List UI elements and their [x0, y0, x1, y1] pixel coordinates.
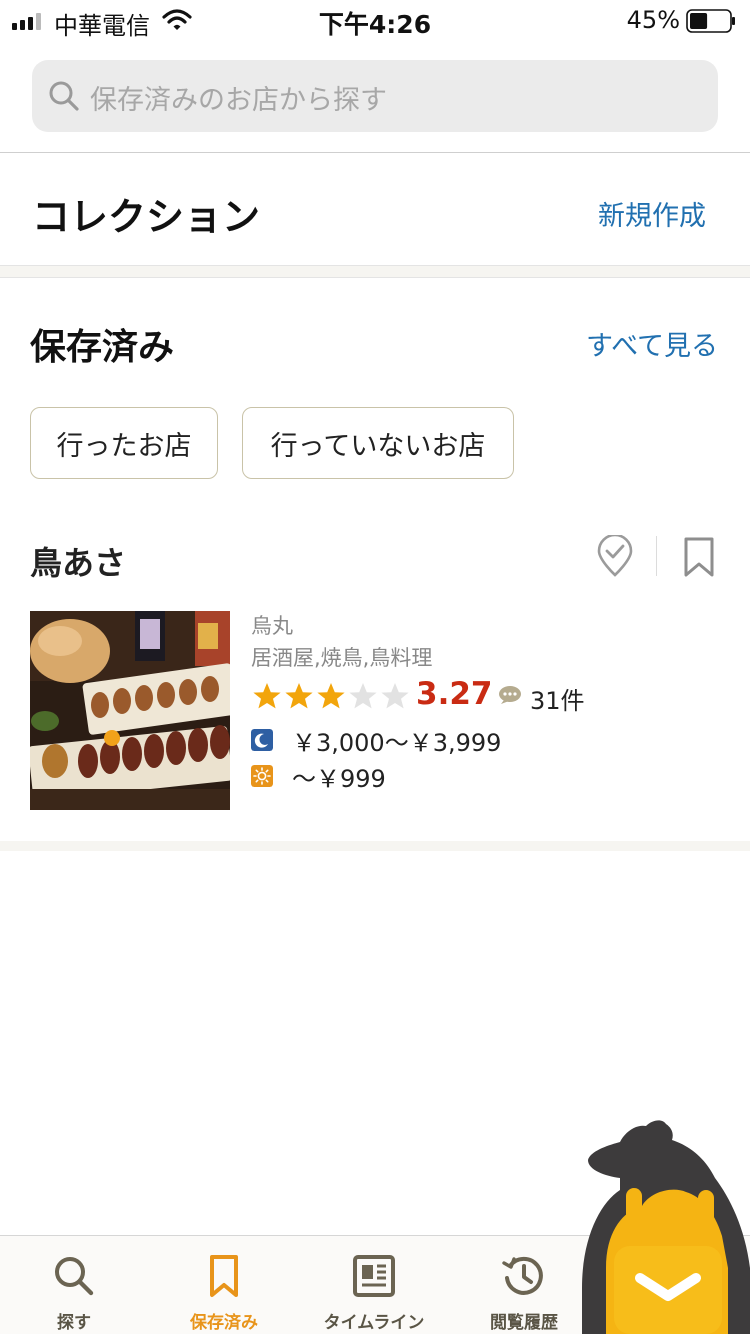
section-separator	[0, 265, 750, 278]
tab-label: 閲覧履歴	[490, 1313, 558, 1333]
bookmark-icon[interactable]	[682, 536, 716, 578]
star-empty-icon	[349, 683, 377, 709]
collection-title: コレクション	[32, 195, 261, 239]
restaurant-photo[interactable]	[30, 611, 230, 810]
filter-visited-button[interactable]: 行ったお店	[30, 407, 218, 479]
icon-divider	[656, 536, 657, 576]
tab-label: タイムライン	[323, 1313, 425, 1333]
tab-search[interactable]: 探す	[34, 1236, 114, 1334]
moon-icon	[251, 729, 273, 751]
star-filled-icon	[317, 683, 345, 709]
dinner-price: ￥3,000～￥3,999	[292, 728, 502, 757]
search-icon	[55, 1257, 94, 1296]
restaurant-area: 烏丸	[251, 614, 293, 638]
restaurant-name[interactable]: 鳥あさ	[30, 538, 126, 584]
review-bubble-icon	[499, 686, 521, 704]
review-count: 31件	[530, 687, 585, 715]
status-bar: 中華電信 下午4:26 45%	[0, 0, 750, 42]
bear-mascot-icon[interactable]	[580, 1118, 750, 1334]
filter-not-visited-button[interactable]: 行っていないお店	[242, 407, 514, 479]
newspaper-icon	[353, 1255, 395, 1297]
visited-check-icon[interactable]	[596, 535, 634, 577]
tab-saved[interactable]: 保存済み	[174, 1236, 274, 1334]
lunch-price-row: ～￥999	[251, 763, 386, 793]
tab-timeline[interactable]: タイムライン	[314, 1236, 434, 1334]
rating-value: 3.27	[416, 676, 493, 712]
search-placeholder: 保存済みのお店から探す	[90, 85, 387, 116]
search-input[interactable]: 保存済みのお店から探す	[32, 60, 718, 132]
star-filled-icon	[253, 683, 281, 709]
battery-percent: 45%	[626, 6, 680, 34]
tab-label: 探す	[57, 1313, 91, 1333]
history-icon	[502, 1256, 543, 1295]
battery-icon	[686, 9, 735, 33]
new-collection-button[interactable]: 新規作成	[598, 194, 706, 233]
divider	[0, 152, 750, 153]
dinner-price-row: ￥3,000～￥3,999	[251, 727, 501, 757]
lunch-price: ～￥999	[292, 764, 386, 793]
star-empty-icon	[381, 683, 409, 709]
rating-stars	[251, 681, 411, 711]
star-filled-icon	[285, 683, 313, 709]
bookmark-icon	[210, 1255, 238, 1297]
tab-history[interactable]: 閲覧履歴	[474, 1236, 574, 1334]
saved-title: 保存済み	[30, 327, 175, 368]
section-separator	[0, 841, 750, 851]
search-icon	[49, 81, 79, 111]
restaurant-genre: 居酒屋,焼鳥,鳥料理	[251, 646, 433, 670]
see-all-link[interactable]: すべて見る	[586, 324, 718, 363]
tab-label: 保存済み	[190, 1313, 258, 1333]
sun-icon	[251, 765, 273, 787]
